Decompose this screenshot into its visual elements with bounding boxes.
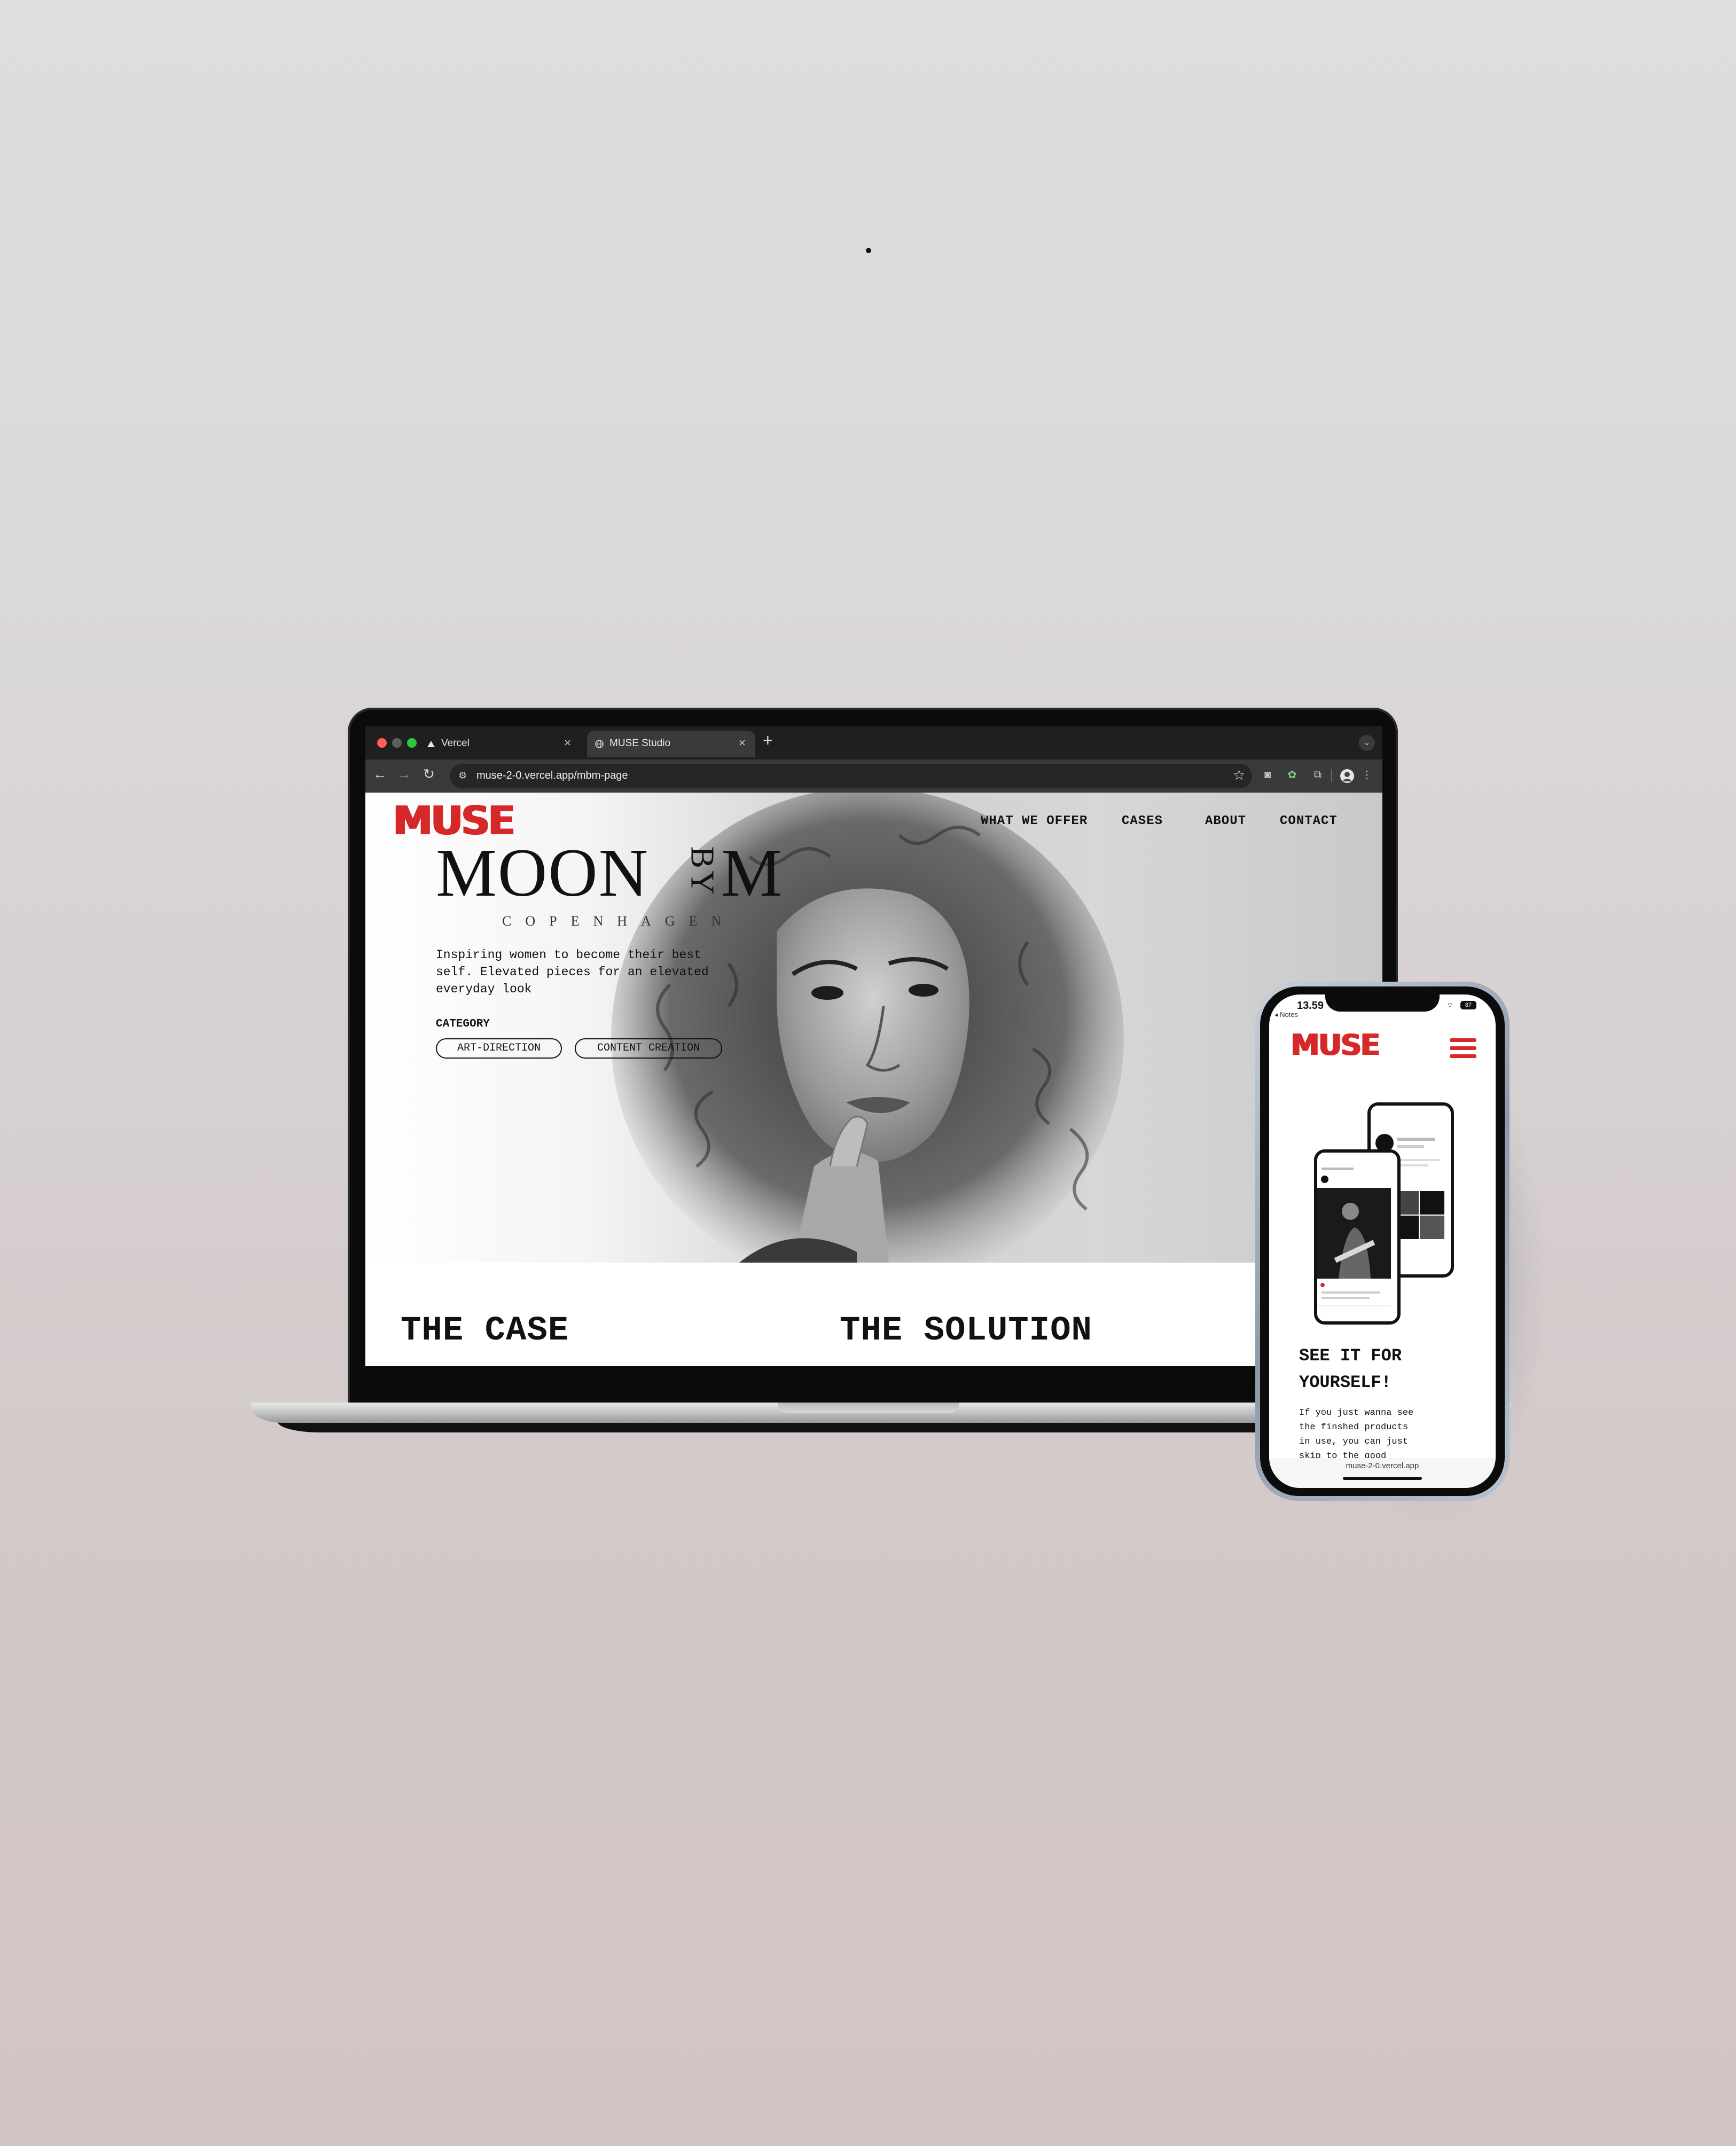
back-to-notes-link[interactable]: ◂ Notes (1274, 1011, 1298, 1019)
browser-toolbar: ← → ↻ ⚙ muse-2-0.vercel.app/mbm-page ☆ ◙… (365, 759, 1382, 793)
model-portrait-image (611, 793, 1124, 1263)
camera-extension-icon[interactable]: ◙ (1261, 768, 1274, 782)
category-label: CATEGORY (436, 1018, 490, 1030)
back-arrow-icon[interactable]: ← (371, 766, 389, 782)
battery-icon: 87 (1460, 1001, 1476, 1009)
tab-label: Vercel (441, 738, 470, 749)
nav-cases[interactable]: CASES (1122, 814, 1163, 828)
site-info-icon[interactable]: ⚙ (458, 770, 467, 781)
tab-search-chevron-icon[interactable]: ⌄ (1359, 735, 1375, 751)
tab-vercel[interactable]: Vercel × (419, 731, 579, 757)
hero-section: MUSE WHAT WE OFFER CASES ABOUT CONTACT M… (365, 793, 1382, 1263)
address-bar[interactable]: ⚙ muse-2-0.vercel.app/mbm-page ☆ (450, 764, 1252, 788)
url-text[interactable]: muse-2-0.vercel.app/mbm-page (476, 770, 628, 782)
phone-screen: 13.59 ◂ Notes ⌔ 87 MUSE SEE IT FOR YOURS… (1269, 994, 1496, 1488)
section-title-solution: THE SOLUTION (840, 1312, 1092, 1350)
hamburger-menu-icon[interactable] (1450, 1037, 1476, 1059)
website-page: MUSE WHAT WE OFFER CASES ABOUT CONTACT M… (365, 793, 1382, 1366)
bookmark-star-icon[interactable]: ☆ (1233, 767, 1245, 784)
forward-arrow-icon[interactable]: → (395, 766, 413, 782)
extensions-icon[interactable]: ⧉ (1311, 768, 1325, 782)
menu-dots-icon[interactable]: ⋮ (1360, 768, 1374, 782)
laptop-screen: Vercel × MUSE Studio × + ⌄ ← → ↻ ⚙ muse-… (365, 726, 1382, 1366)
see-it-title: SEE IT FOR YOURSELF! (1299, 1346, 1402, 1392)
brand-logo-city: COPENHAGEN (502, 913, 736, 929)
brand-logo-moon: MOON (436, 835, 650, 911)
tab-label: MUSE Studio (609, 738, 671, 749)
phone-notch (1325, 987, 1440, 1012)
globe-icon (595, 740, 604, 748)
brand-logo-m: M (721, 835, 782, 911)
color-extension-icon[interactable]: ✿ (1285, 768, 1299, 782)
nav-contact[interactable]: CONTACT (1280, 814, 1338, 828)
brand-logo-by: BY (684, 846, 721, 897)
profile-icon[interactable] (1340, 769, 1355, 784)
instagram-post-mockup-image (1314, 1149, 1401, 1325)
nav-what-we-offer[interactable]: WHAT WE OFFER (981, 814, 1088, 828)
muse-logo[interactable]: MUSE (1291, 1031, 1380, 1060)
phone-url-text[interactable]: muse-2-0.vercel.app (1269, 1461, 1496, 1470)
close-tab-icon[interactable]: × (564, 736, 571, 750)
category-chip-art-direction[interactable]: ART-DIRECTION (436, 1038, 562, 1059)
browser-tab-bar: Vercel × MUSE Studio × + ⌄ (365, 726, 1382, 759)
zoom-window-button[interactable] (407, 738, 417, 748)
tab-muse-studio[interactable]: MUSE Studio × (587, 731, 755, 757)
home-indicator (1343, 1477, 1422, 1480)
reload-icon[interactable]: ↻ (420, 766, 438, 782)
toolbar-divider (1331, 769, 1332, 782)
decorative-dot (866, 248, 871, 253)
nav-about[interactable]: ABOUT (1205, 814, 1246, 828)
close-window-button[interactable] (377, 738, 387, 748)
wifi-icon: ⌔ (1446, 1001, 1454, 1009)
new-tab-button[interactable]: + (763, 731, 773, 750)
vercel-logo-icon (427, 741, 435, 747)
brand-tagline: Inspiring women to become their best sel… (436, 948, 709, 996)
laptop-notch (778, 1403, 959, 1413)
minimize-window-button[interactable] (392, 738, 402, 748)
close-tab-icon[interactable]: × (739, 736, 746, 750)
see-it-body-text: If you just wanna see the finshed produc… (1299, 1408, 1414, 1461)
phone-url-bar[interactable]: muse-2-0.vercel.app (1269, 1458, 1496, 1488)
category-chip-content-creation[interactable]: CONTENT CREATION (575, 1038, 722, 1059)
muse-logo[interactable]: MUSE (393, 801, 515, 841)
status-time: 13.59 (1297, 1000, 1324, 1012)
section-title-case: THE CASE (401, 1312, 569, 1350)
